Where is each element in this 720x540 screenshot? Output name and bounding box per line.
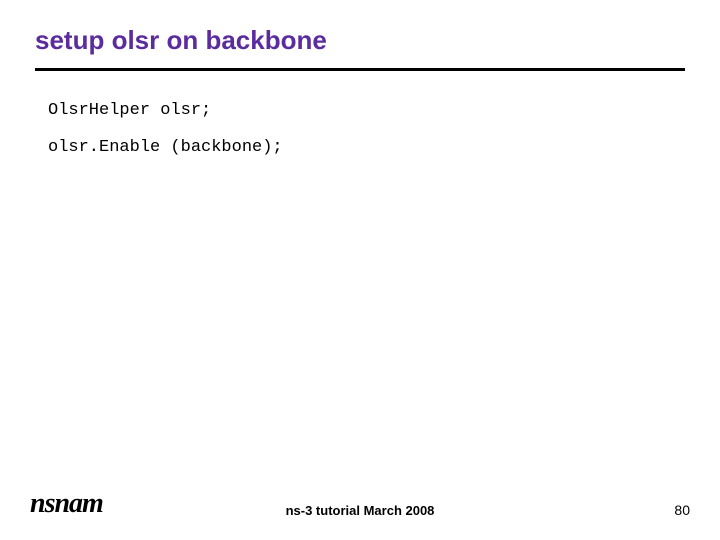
code-block: OlsrHelper olsr; olsr.Enable (backbone);	[48, 96, 690, 163]
logo: nsnam	[30, 488, 103, 520]
slide-title: setup olsr on backbone	[35, 25, 690, 56]
slide-container: setup olsr on backbone OlsrHelper olsr; …	[0, 0, 720, 540]
footer-text: ns-3 tutorial March 2008	[286, 503, 435, 518]
title-divider	[35, 68, 685, 71]
page-number: 80	[674, 502, 690, 518]
code-line-2: olsr.Enable (backbone);	[48, 133, 690, 164]
footer: nsnam ns-3 tutorial March 2008 80	[30, 488, 690, 520]
code-line-1: OlsrHelper olsr;	[48, 96, 690, 127]
